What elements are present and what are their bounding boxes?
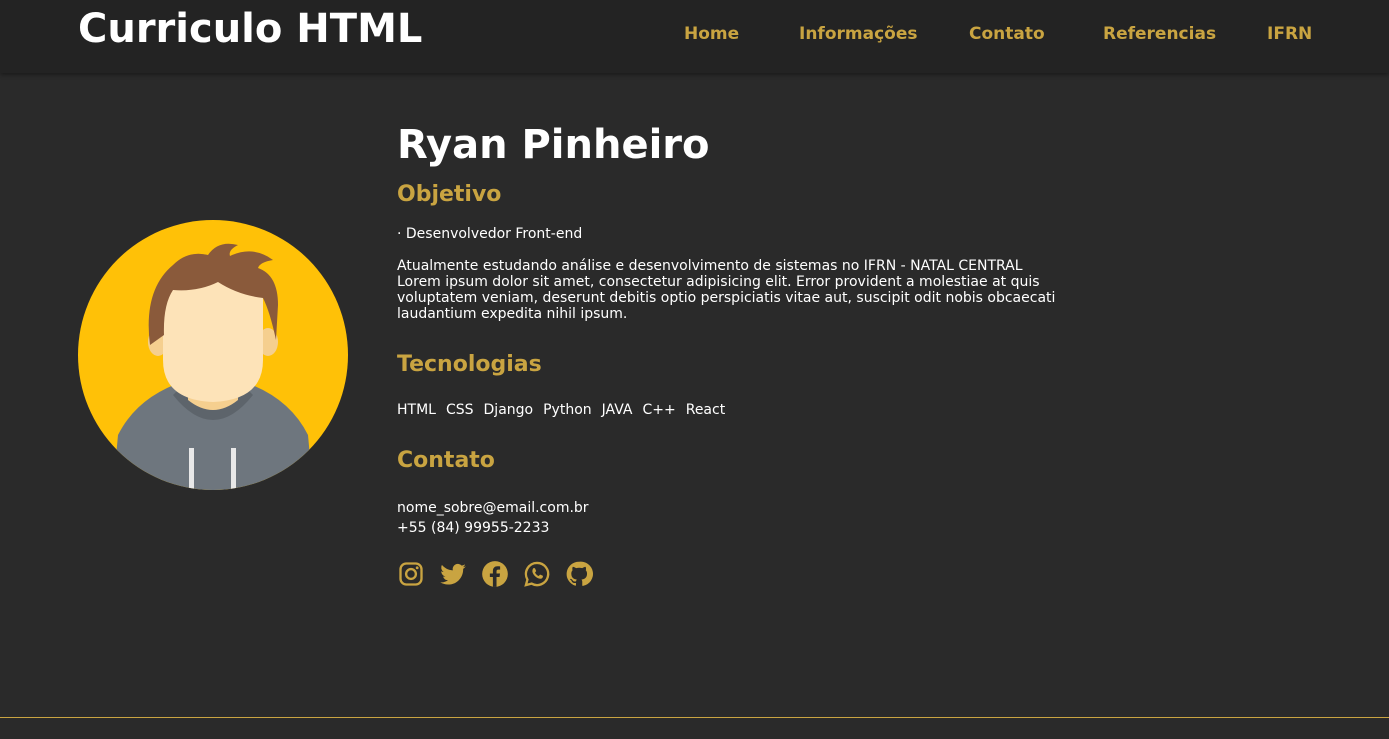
github-icon[interactable]: [565, 560, 593, 588]
tech-item: Python: [543, 402, 592, 418]
contact-email: nome_sobre@email.com.br: [397, 500, 589, 516]
nav-home[interactable]: Home: [684, 24, 739, 44]
twitter-icon[interactable]: [439, 560, 467, 588]
main-nav: Home Informações Contato Referencias IFR…: [0, 24, 1389, 48]
tech-heading: Tecnologias: [397, 352, 542, 377]
top-navbar: Curriculo HTML Home Informações Contato …: [0, 0, 1389, 73]
about-text-line1: Atualmente estudando análise e desenvolv…: [397, 258, 1023, 274]
nav-referencias[interactable]: Referencias: [1103, 24, 1216, 44]
profile-name: Ryan Pinheiro: [397, 122, 710, 168]
tech-item: JAVA: [601, 402, 633, 418]
whatsapp-icon[interactable]: [523, 560, 551, 588]
social-links: [397, 560, 593, 588]
about-text-lorem: Lorem ipsum dolor sit amet, consectetur …: [397, 274, 1056, 322]
nav-ifrn[interactable]: IFRN: [1267, 24, 1312, 44]
contact-heading: Contato: [397, 448, 495, 473]
tech-list: HTML CSS Django Python JAVA C++ React: [397, 402, 725, 418]
tech-item: HTML: [397, 402, 436, 418]
objective-item: · Desenvolvedor Front-end: [397, 226, 583, 242]
profile-avatar: [78, 220, 348, 490]
facebook-icon[interactable]: [481, 560, 509, 588]
instagram-icon[interactable]: [397, 560, 425, 588]
nav-contato[interactable]: Contato: [969, 24, 1045, 44]
tech-item: React: [685, 402, 726, 418]
contact-phone: +55 (84) 99955-2233: [397, 520, 550, 536]
tech-item: CSS: [445, 402, 474, 418]
tech-item: Django: [483, 402, 534, 418]
footer-divider: [0, 717, 1389, 718]
objective-heading: Objetivo: [397, 182, 502, 207]
nav-informacoes[interactable]: Informações: [799, 24, 917, 44]
tech-item: C++: [642, 402, 676, 418]
